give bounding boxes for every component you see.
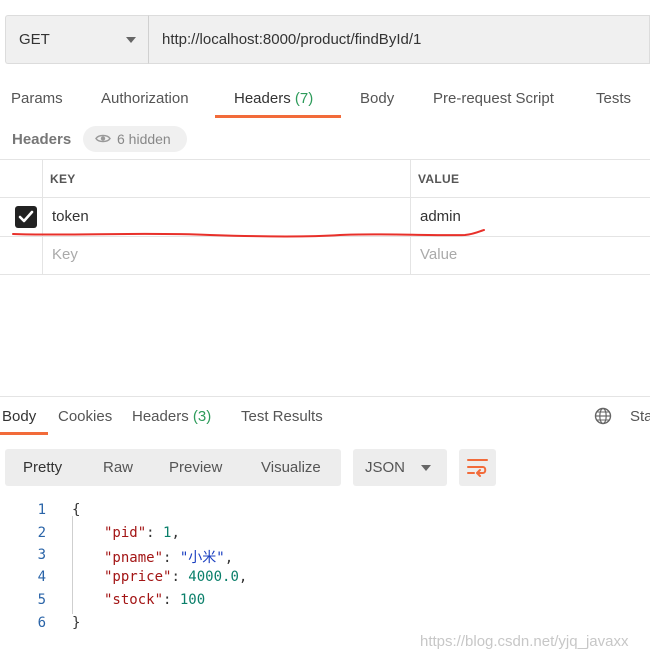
tab-tests[interactable]: Tests xyxy=(596,90,631,107)
hidden-count-label: 6 hidden xyxy=(117,131,171,147)
tab-prerequest-script[interactable]: Pre-request Script xyxy=(433,90,554,107)
method-label: GET xyxy=(19,31,50,48)
format-preview-button[interactable]: Preview xyxy=(169,459,222,476)
column-header-value: VALUE xyxy=(418,172,460,186)
tab-body[interactable]: Body xyxy=(360,90,394,107)
tab-headers-label: Headers xyxy=(234,90,291,107)
method-select[interactable]: GET xyxy=(5,15,148,64)
chevron-down-icon xyxy=(421,465,431,471)
json-comma: , xyxy=(171,525,180,541)
json-key: "stock" xyxy=(104,592,164,608)
table-header-border xyxy=(0,197,650,198)
response-active-tab-indicator xyxy=(0,432,48,435)
header-key-cell[interactable]: token xyxy=(52,208,89,225)
headers-section-title: Headers xyxy=(12,131,72,148)
response-tab-test-results[interactable]: Test Results xyxy=(241,408,323,425)
wrap-lines-icon xyxy=(467,459,488,477)
language-select-value: JSON xyxy=(365,459,406,476)
json-line: "pprice": 4000.0, xyxy=(104,569,248,585)
header-enabled-checkbox[interactable] xyxy=(15,206,37,228)
checkbox-checked-icon xyxy=(18,210,34,223)
url-value: http://localhost:8000/product/findById/1 xyxy=(162,31,422,48)
json-line: "pname": "小米", xyxy=(104,550,234,566)
table-bottom-border xyxy=(0,274,650,275)
json-close-brace: } xyxy=(72,615,81,631)
json-line: "stock": 100 xyxy=(104,592,206,608)
json-comma: , xyxy=(224,550,234,566)
header-value-cell[interactable]: admin xyxy=(420,208,461,225)
active-tab-indicator xyxy=(215,115,341,118)
tab-authorization[interactable]: Authorization xyxy=(101,90,189,107)
indent-guide xyxy=(72,516,73,614)
tab-headers-count: (7) xyxy=(294,90,314,107)
language-select[interactable]: JSON xyxy=(353,449,447,486)
json-value: 4000.0 xyxy=(188,569,239,585)
json-comma: , xyxy=(238,569,248,585)
json-line: "pid": 1, xyxy=(104,525,180,541)
line-number: 6 xyxy=(37,615,46,631)
line-number: 1 xyxy=(37,502,46,518)
column-divider xyxy=(410,159,411,274)
new-header-key-input[interactable]: Key xyxy=(52,246,78,263)
response-status-label: Sta xyxy=(630,408,650,425)
response-tab-headers[interactable]: Headers (3) xyxy=(132,408,211,425)
watermark: https://blog.csdn.net/yjq_javaxx xyxy=(420,633,629,650)
json-key: "pprice" xyxy=(104,569,172,585)
globe-icon[interactable] xyxy=(594,407,612,425)
column-divider xyxy=(42,159,43,274)
json-open-brace: { xyxy=(72,502,81,518)
line-number: 5 xyxy=(37,592,46,608)
line-number: 3 xyxy=(37,547,46,563)
column-header-key: KEY xyxy=(50,172,76,186)
format-raw-button[interactable]: Raw xyxy=(103,459,133,476)
tab-params[interactable]: Params xyxy=(11,90,63,107)
line-number: 4 xyxy=(37,569,46,585)
response-divider xyxy=(0,396,650,397)
response-tab-cookies[interactable]: Cookies xyxy=(58,408,112,425)
json-key: "pid" xyxy=(104,525,147,541)
chevron-down-icon xyxy=(126,37,136,43)
table-top-border xyxy=(0,159,650,160)
red-underline-annotation xyxy=(12,229,485,238)
json-value: 100 xyxy=(179,592,206,608)
eye-icon xyxy=(95,134,111,143)
format-toggle-group: Pretty Raw Preview Visualize xyxy=(5,449,341,486)
format-pretty-button[interactable]: Pretty xyxy=(23,459,62,476)
hidden-headers-toggle[interactable]: 6 hidden xyxy=(83,126,187,152)
format-visualize-button[interactable]: Visualize xyxy=(261,459,321,476)
line-number: 2 xyxy=(37,525,46,541)
json-key: "pname" xyxy=(104,550,164,566)
new-header-value-input[interactable]: Value xyxy=(420,246,457,263)
response-tab-headers-count: (3) xyxy=(192,408,212,425)
json-value: "小米" xyxy=(179,550,225,566)
url-input[interactable]: http://localhost:8000/product/findById/1 xyxy=(148,15,650,64)
response-tab-headers-label: Headers xyxy=(132,408,189,425)
wrap-lines-button[interactable] xyxy=(459,449,496,486)
tab-headers[interactable]: Headers (7) xyxy=(234,90,313,107)
response-tab-body[interactable]: Body xyxy=(2,408,36,425)
